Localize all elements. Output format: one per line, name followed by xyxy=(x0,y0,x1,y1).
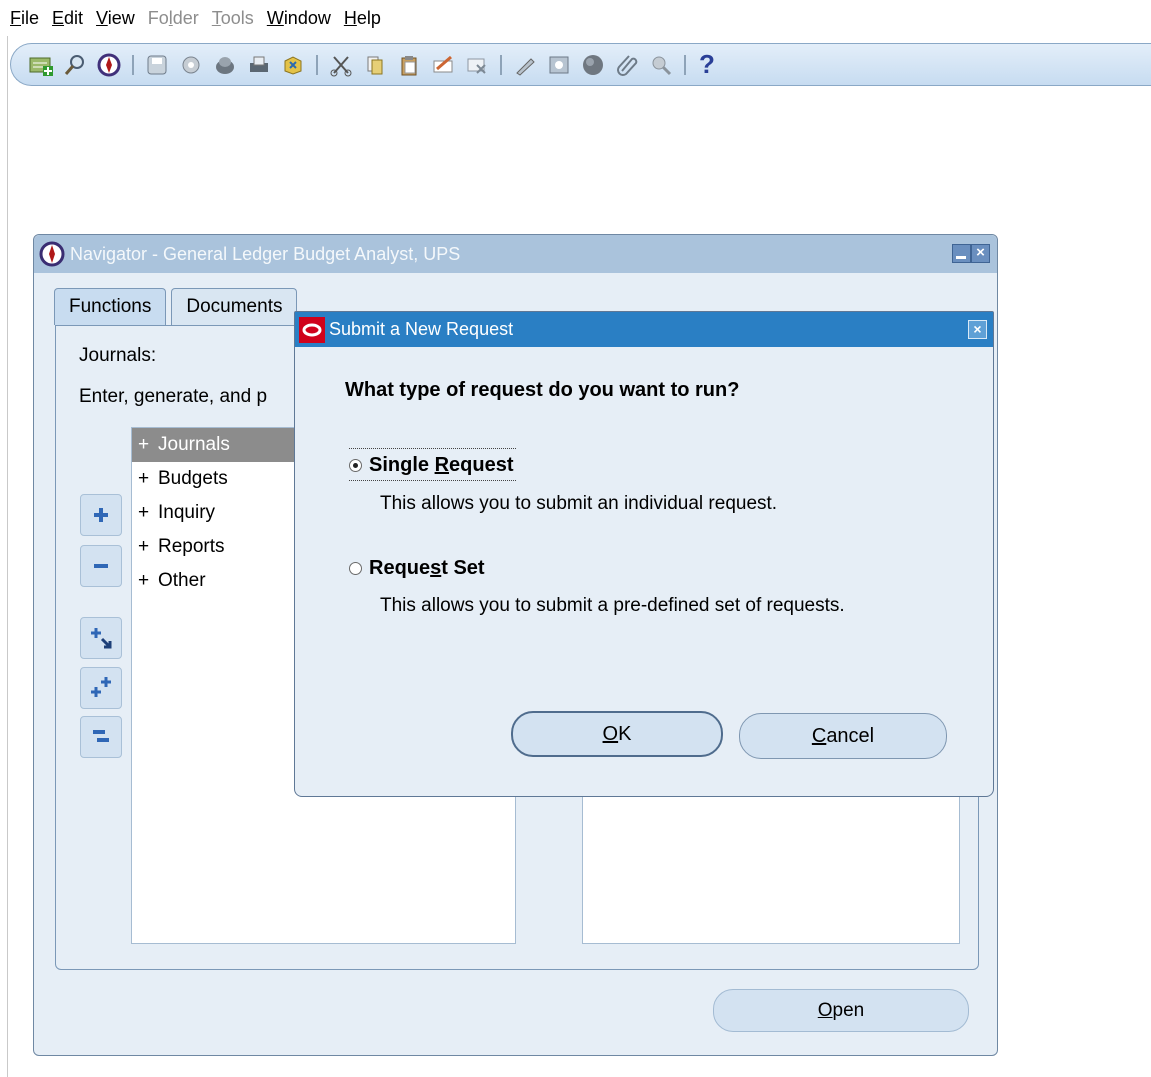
radio-checked-icon xyxy=(349,459,362,472)
dialog-close-button[interactable]: × xyxy=(968,320,987,339)
menu-file[interactable]: File xyxy=(4,8,46,29)
navigator-icon[interactable] xyxy=(95,51,123,79)
toolbar: ? xyxy=(10,43,1151,86)
dialog-title: Submit a New Request xyxy=(329,319,514,339)
menu-edit[interactable]: Edit xyxy=(46,8,90,29)
navigator-icon xyxy=(39,241,65,267)
find-icon[interactable] xyxy=(61,51,89,79)
function-description: Enter, generate, and p xyxy=(79,386,268,407)
expand-all-icon xyxy=(91,677,111,697)
paste-icon[interactable] xyxy=(395,51,423,79)
request-set-label: Request Set xyxy=(369,557,485,579)
help-icon[interactable]: ? xyxy=(699,49,715,80)
open-button[interactable]: Open xyxy=(713,989,969,1032)
navigator-close-button[interactable]: × xyxy=(971,244,990,263)
tab-documents[interactable]: Documents xyxy=(171,288,298,325)
submit-request-dialog: Submit a New Request × What type of requ… xyxy=(294,311,994,797)
radio-unchecked-icon xyxy=(349,562,362,575)
minus-icon xyxy=(94,564,108,568)
navigator-title: Navigator - General Ledger Budget Analys… xyxy=(70,243,461,264)
menu-help[interactable]: Help xyxy=(338,8,388,29)
expand-button[interactable] xyxy=(80,494,122,536)
single-request-description: This allows you to submit an individual … xyxy=(380,493,778,514)
single-request-label: Single Request xyxy=(369,454,514,476)
dialog-titlebar[interactable]: Submit a New Request × xyxy=(295,312,993,347)
menu-tools[interactable]: Tools xyxy=(206,8,261,29)
navigator-tabs: Functions Documents xyxy=(54,288,302,326)
menu-view[interactable]: View xyxy=(90,8,142,29)
plus-icon xyxy=(94,508,108,522)
edit-field-icon[interactable] xyxy=(511,51,539,79)
oracle-logo-icon xyxy=(299,316,325,343)
zoom-icon[interactable] xyxy=(545,51,573,79)
clear-record-icon[interactable] xyxy=(429,51,457,79)
menu-bar: File Edit View Folder Tools Window Help xyxy=(0,0,388,36)
cancel-button[interactable]: Cancel xyxy=(739,713,947,759)
toolbar-separator xyxy=(316,54,318,75)
menu-folder[interactable]: Folder xyxy=(142,8,206,29)
toolbar-separator xyxy=(500,54,502,75)
minimize-button[interactable] xyxy=(952,244,971,263)
close-form-icon[interactable] xyxy=(279,51,307,79)
translations-icon[interactable] xyxy=(579,51,607,79)
expand-branch-button[interactable] xyxy=(80,617,122,659)
top-ten-list[interactable] xyxy=(582,775,960,944)
cut-icon[interactable] xyxy=(327,51,355,79)
tab-functions[interactable]: Functions xyxy=(54,288,167,325)
menu-window[interactable]: Window xyxy=(261,8,338,29)
collapse-all-icon xyxy=(93,730,109,742)
request-set-description: This allows you to submit a pre-defined … xyxy=(380,595,845,616)
left-border-line xyxy=(7,36,8,1077)
toolbar-separator xyxy=(684,54,686,75)
attachments-icon[interactable] xyxy=(613,51,641,79)
navigator-titlebar[interactable]: Navigator - General Ledger Budget Analys… xyxy=(34,235,997,273)
next-step-icon[interactable] xyxy=(177,51,205,79)
single-request-radio[interactable]: Single Request xyxy=(349,448,516,481)
folder-tools-icon[interactable] xyxy=(647,51,675,79)
request-set-radio[interactable]: Request Set xyxy=(349,557,485,580)
copy-icon[interactable] xyxy=(361,51,389,79)
delete-record-icon[interactable] xyxy=(463,51,491,79)
expand-branch-icon xyxy=(91,628,112,649)
expand-all-button[interactable] xyxy=(80,667,122,709)
section-label: Journals: xyxy=(79,345,157,366)
save-icon[interactable] xyxy=(143,51,171,79)
new-record-icon[interactable] xyxy=(27,51,55,79)
collapse-all-button[interactable] xyxy=(80,716,122,758)
toolbar-separator xyxy=(132,54,134,75)
ok-button[interactable]: OK xyxy=(511,711,723,757)
dialog-question: What type of request do you want to run? xyxy=(345,379,740,401)
print-icon[interactable] xyxy=(245,51,273,79)
switch-responsibility-icon[interactable] xyxy=(211,51,239,79)
collapse-button[interactable] xyxy=(80,545,122,587)
